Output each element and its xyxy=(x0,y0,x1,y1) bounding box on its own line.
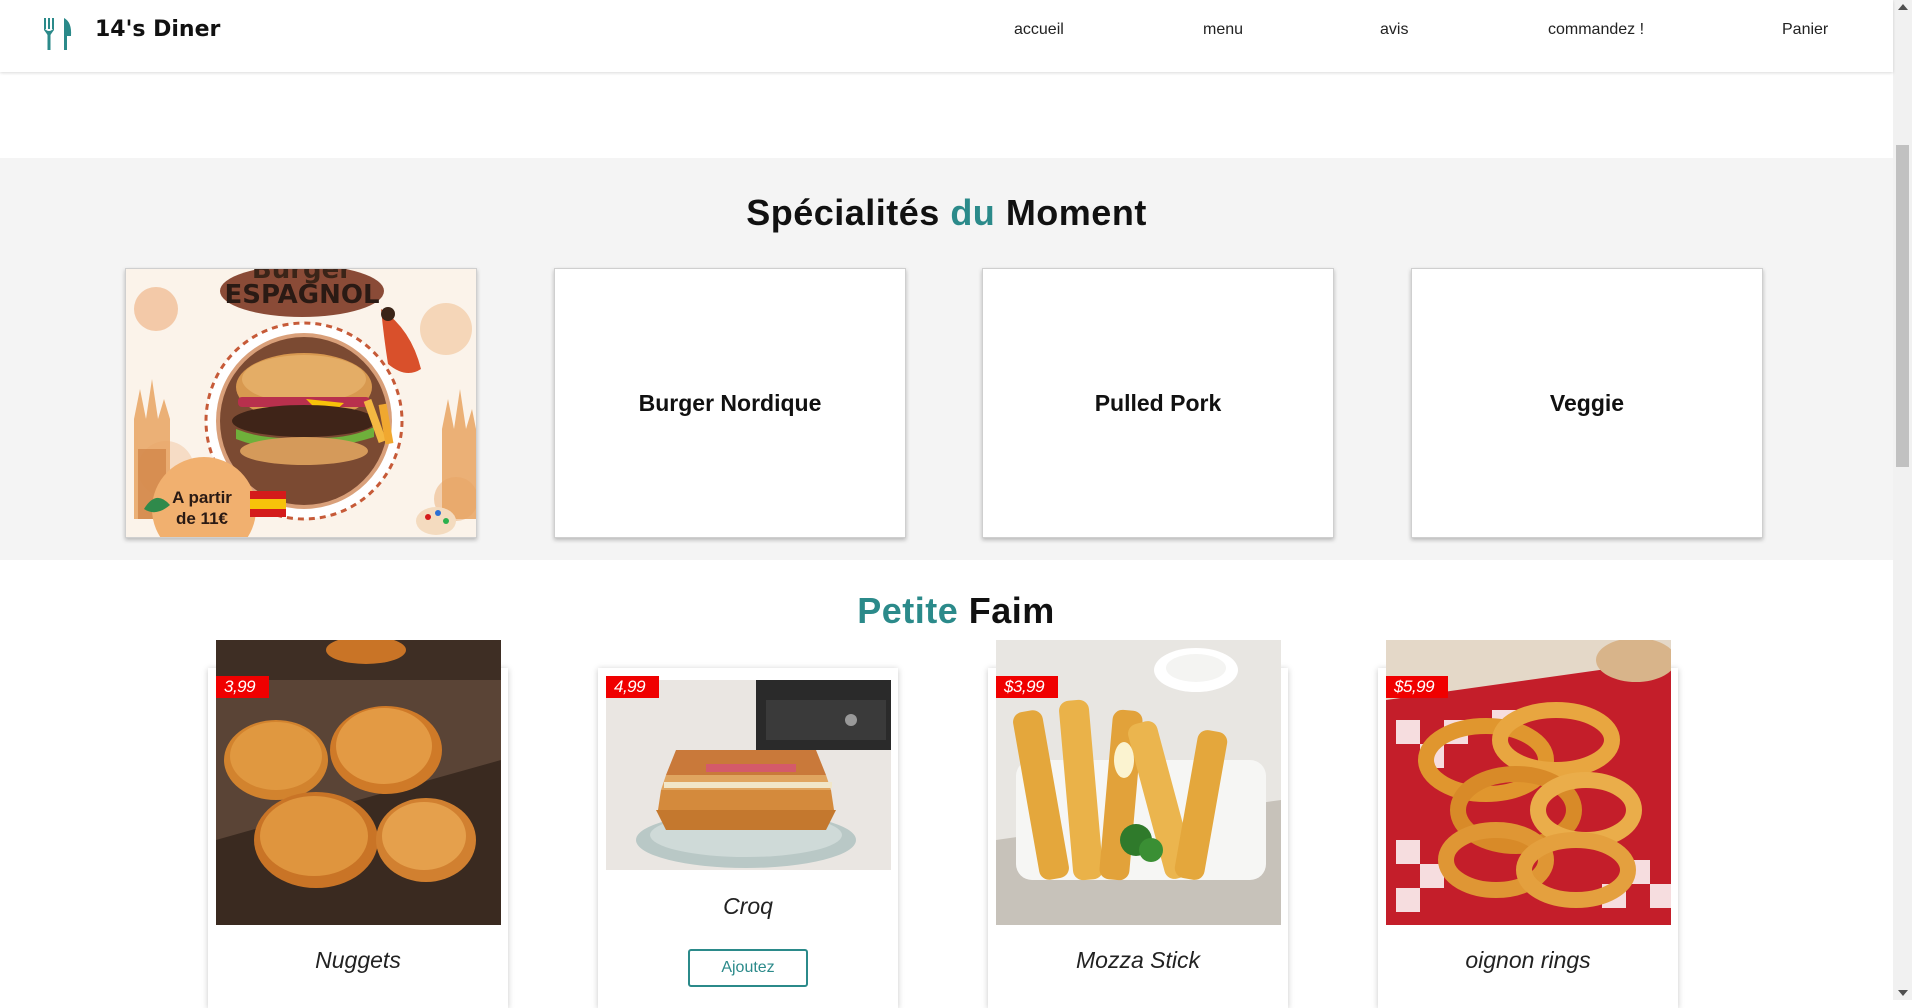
nav-accueil[interactable]: accueil xyxy=(1014,21,1064,39)
special-card-burger-nordique[interactable]: Burger Nordique xyxy=(554,268,906,538)
nav-menu[interactable]: menu xyxy=(1203,21,1243,39)
burger-espagnol-poster: Burger ESPAGNOL A partir de 11€ xyxy=(126,269,476,537)
svg-text:de 11€: de 11€ xyxy=(176,509,229,528)
special-card-veggie[interactable]: Veggie xyxy=(1411,268,1763,538)
add-to-cart-button[interactable]: Ajoutez xyxy=(688,949,808,987)
svg-text:A partir: A partir xyxy=(172,488,232,507)
food-name-croq: Croq xyxy=(723,893,773,919)
food-name-oignon-rings: oignon rings xyxy=(1465,947,1591,973)
food-name-nuggets: Nuggets xyxy=(315,947,401,973)
petite-faim-title: Petite Faim xyxy=(857,590,1055,631)
scrollbar-thumb[interactable] xyxy=(1896,145,1909,467)
price-tag: 4,99 xyxy=(606,676,660,698)
specials-title: Spécialités du Moment xyxy=(746,192,1147,233)
scroll-down-arrow-icon[interactable] xyxy=(1898,990,1908,996)
svg-text:ESPAGNOL: ESPAGNOL xyxy=(224,280,379,310)
nav-avis[interactable]: avis xyxy=(1380,21,1408,39)
nav-commandez[interactable]: commandez ! xyxy=(1548,21,1644,39)
food-name-mozza-stick: Mozza Stick xyxy=(1076,947,1200,973)
fork-knife-icon[interactable] xyxy=(42,16,74,52)
vertical-scrollbar[interactable] xyxy=(1893,0,1912,1000)
price-tag: $3,99 xyxy=(996,676,1059,698)
special-card-burger-espagnol[interactable]: Burger ESPAGNOL A partir de 11€ xyxy=(125,268,477,538)
croq-image xyxy=(606,680,891,870)
scroll-up-arrow-icon[interactable] xyxy=(1898,4,1908,10)
special-card-pulled-pork[interactable]: Pulled Pork xyxy=(982,268,1334,538)
brand-name[interactable]: 14's Diner xyxy=(95,17,220,42)
nav-panier[interactable]: Panier xyxy=(1782,21,1828,39)
top-navbar: 14's Diner accueil menu avis commandez !… xyxy=(0,0,1893,72)
specials-section: Spécialités du Moment Burger ESPAGNOL A … xyxy=(0,158,1893,560)
price-tag: $5,99 xyxy=(1386,676,1449,698)
price-tag: 3,99 xyxy=(216,676,270,698)
